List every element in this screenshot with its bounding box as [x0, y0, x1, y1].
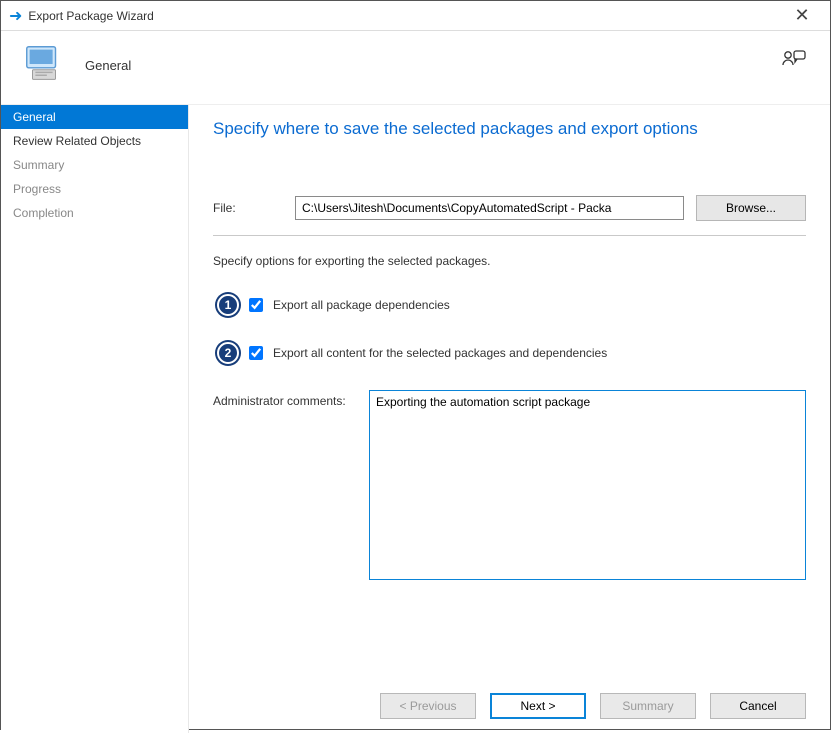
sidebar-step-review[interactable]: Review Related Objects: [1, 129, 188, 153]
checkbox-export-content-label: Export all content for the selected pack…: [273, 346, 607, 360]
next-button[interactable]: Next >: [490, 693, 586, 719]
body: General Review Related Objects Summary P…: [1, 105, 830, 733]
previous-button: < Previous: [380, 693, 476, 719]
file-row: File: Browse...: [213, 195, 806, 221]
checkbox-export-dependencies[interactable]: [249, 298, 263, 312]
sidebar-step-summary[interactable]: Summary: [1, 153, 188, 177]
wizard-steps-sidebar: General Review Related Objects Summary P…: [1, 105, 189, 733]
header-section-title: General: [85, 58, 131, 73]
main-panel: Specify where to save the selected packa…: [189, 105, 830, 733]
page-heading: Specify where to save the selected packa…: [213, 119, 806, 139]
divider: [213, 235, 806, 236]
browse-button[interactable]: Browse...: [696, 195, 806, 221]
checkbox-export-content[interactable]: [249, 346, 263, 360]
file-path-input[interactable]: [295, 196, 684, 220]
window-title: Export Package Wizard: [28, 9, 782, 23]
export-options-instruction: Specify options for exporting the select…: [213, 254, 806, 268]
header-strip: General: [1, 31, 830, 105]
export-arrow-icon: ➜: [9, 6, 22, 26]
summary-button: Summary: [600, 693, 696, 719]
computer-icon: [21, 41, 67, 90]
checkbox-export-dependencies-label: Export all package dependencies: [273, 298, 450, 312]
cancel-button[interactable]: Cancel: [710, 693, 806, 719]
comments-label: Administrator comments:: [213, 390, 353, 580]
sidebar-step-progress[interactable]: Progress: [1, 177, 188, 201]
file-label: File:: [213, 201, 283, 215]
option-row-dependencies: 1 Export all package dependencies: [217, 294, 806, 316]
comments-row: Administrator comments:: [213, 390, 806, 580]
close-icon[interactable]: ✕: [782, 5, 822, 26]
wizard-footer: < Previous Next > Summary Cancel: [380, 693, 806, 719]
administrator-comments-textarea[interactable]: [369, 390, 806, 580]
sidebar-step-completion[interactable]: Completion: [1, 201, 188, 225]
annotation-badge-2: 2: [217, 342, 239, 364]
annotation-badge-1: 1: [217, 294, 239, 316]
titlebar: ➜ Export Package Wizard ✕: [1, 1, 830, 31]
feedback-icon[interactable]: [782, 49, 806, 69]
option-row-content: 2 Export all content for the selected pa…: [217, 342, 806, 364]
sidebar-step-general[interactable]: General: [1, 105, 188, 129]
